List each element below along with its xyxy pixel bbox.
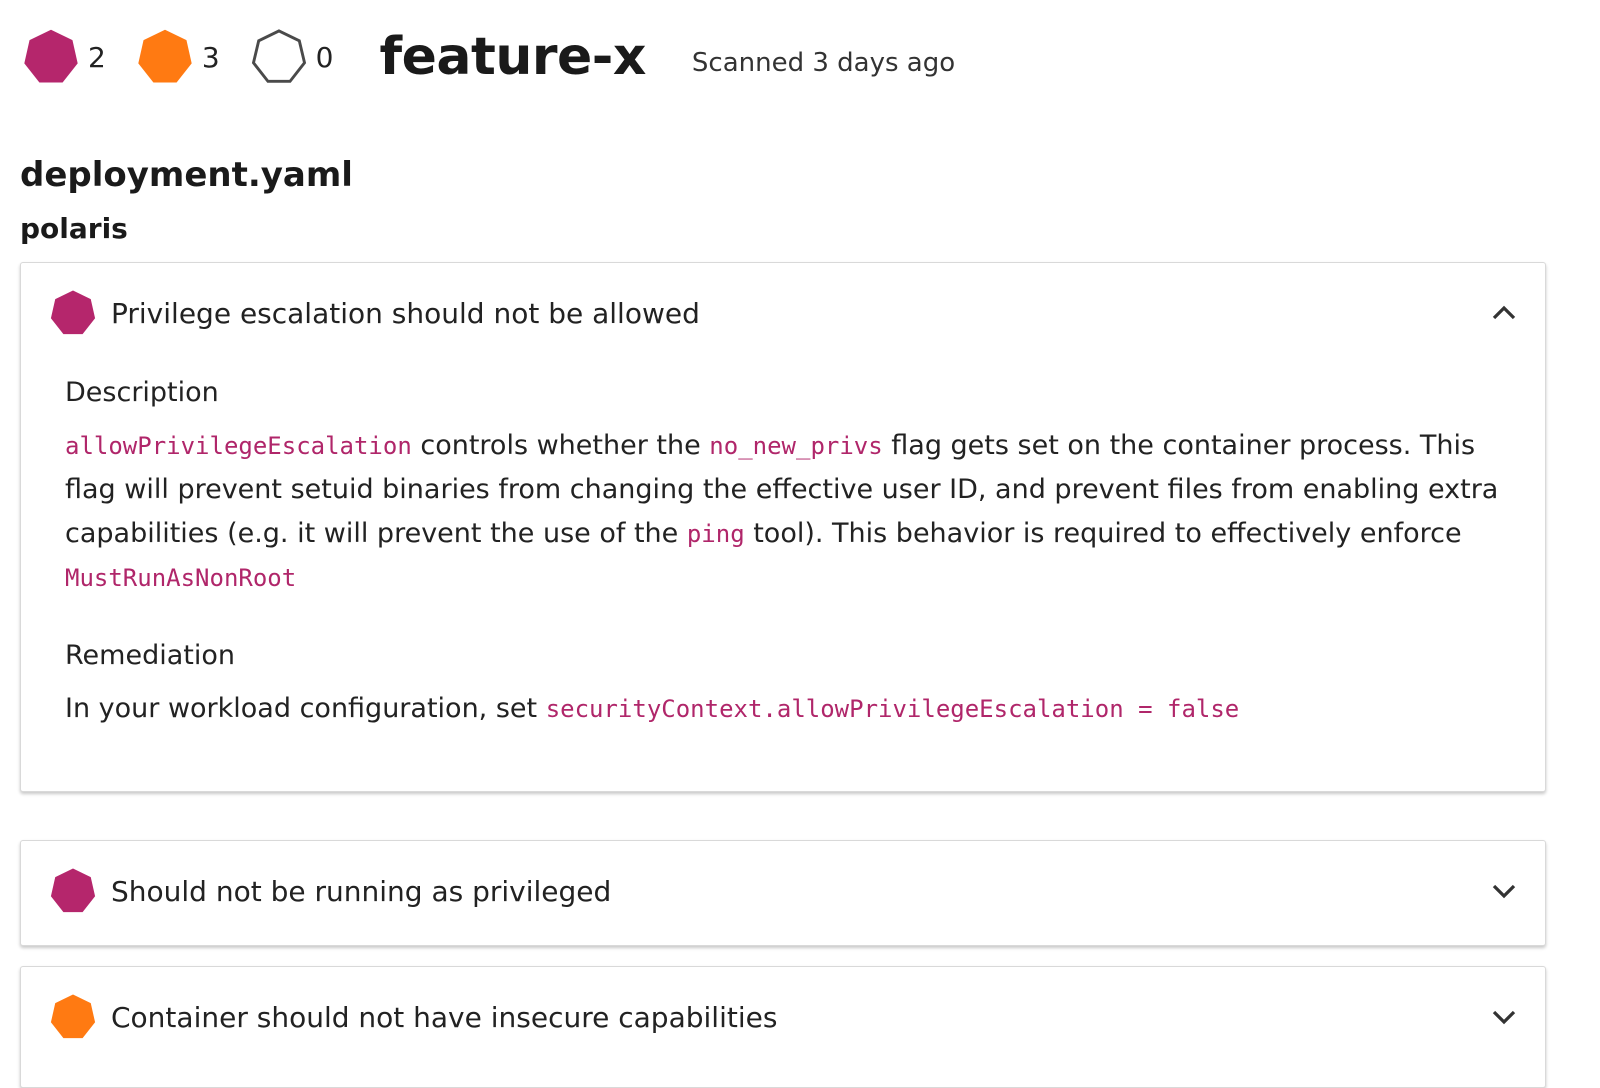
heptagon-danger-icon bbox=[24, 29, 78, 83]
finding-header[interactable]: Privilege escalation should not be allow… bbox=[21, 263, 1545, 363]
file-name: deployment.yaml bbox=[20, 155, 353, 195]
code-snippet: securityContext.allowPrivilegeEscalation… bbox=[545, 695, 1240, 723]
finding-title: Container should not have insecure capab… bbox=[111, 1000, 778, 1034]
finding-body: Description allowPrivilegeEscalation con… bbox=[21, 377, 1545, 731]
heptagon-outline-icon bbox=[251, 29, 306, 83]
chevron-down-icon[interactable] bbox=[1489, 1002, 1519, 1032]
finding-header[interactable]: Should not be running as privileged bbox=[21, 841, 1545, 941]
heptagon-danger-icon bbox=[50, 868, 96, 913]
code-snippet: MustRunAsNonRoot bbox=[65, 564, 297, 592]
warning-count: 3 bbox=[136, 28, 220, 86]
branch-name: feature-x bbox=[379, 27, 646, 87]
finding-card: Container should not have insecure capab… bbox=[20, 966, 1546, 1088]
finding-title: Privilege escalation should not be allow… bbox=[111, 296, 700, 330]
scan-time: Scanned 3 days ago bbox=[691, 48, 956, 78]
scan-header: 2 3 0 feature-x Scanned 3 days ago bbox=[22, 27, 956, 87]
passing-count: 0 bbox=[250, 28, 334, 86]
chevron-up-icon[interactable] bbox=[1489, 298, 1519, 328]
finding-header[interactable]: Container should not have insecure capab… bbox=[21, 967, 1545, 1067]
description-text: allowPrivilegeEscalation controls whethe… bbox=[65, 430, 1499, 592]
code-snippet: no_new_privs bbox=[709, 432, 883, 460]
code-snippet: ping bbox=[686, 520, 745, 548]
finding-card: Should not be running as privileged bbox=[20, 840, 1546, 946]
danger-count-value: 2 bbox=[88, 40, 106, 74]
heptagon-warning-icon bbox=[138, 29, 192, 83]
tool-name: polaris bbox=[20, 212, 128, 245]
remediation-text: In your workload configuration, set secu… bbox=[65, 693, 1240, 724]
danger-count: 2 bbox=[22, 28, 106, 86]
heptagon-warning-icon bbox=[50, 994, 96, 1039]
warning-count-value: 3 bbox=[201, 40, 220, 74]
code-snippet: allowPrivilegeEscalation bbox=[65, 432, 412, 460]
description-label: Description bbox=[65, 377, 219, 408]
remediation-label: Remediation bbox=[65, 640, 235, 671]
finding-title: Should not be running as privileged bbox=[111, 874, 612, 908]
passing-count-value: 0 bbox=[315, 40, 334, 74]
chevron-down-icon[interactable] bbox=[1489, 876, 1519, 906]
heptagon-danger-icon bbox=[50, 290, 96, 335]
finding-card: Privilege escalation should not be allow… bbox=[20, 262, 1546, 792]
